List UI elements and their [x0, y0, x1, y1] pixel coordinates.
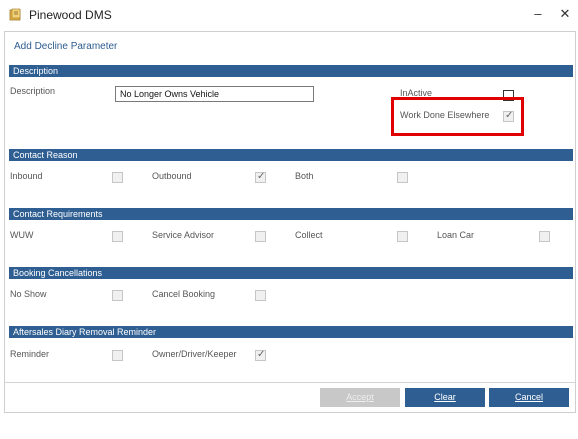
- highlight-box: [391, 97, 524, 136]
- inbound-checkbox[interactable]: [112, 172, 123, 183]
- section-header-booking-cancellations: Booking Cancellations: [9, 267, 573, 279]
- wuw-checkbox[interactable]: [112, 231, 123, 242]
- cancel-booking-label: Cancel Booking: [152, 289, 216, 299]
- cancel-button-label: Cancel: [514, 392, 543, 402]
- section-header-contact-requirements: Contact Requirements: [9, 208, 573, 220]
- check-icon: ✓: [257, 171, 266, 182]
- window-titlebar: Pinewood DMS – ✕: [0, 0, 578, 30]
- reminder-label: Reminder: [10, 349, 50, 359]
- outbound-label: Outbound: [152, 171, 192, 181]
- both-label: Both: [295, 171, 314, 181]
- service-advisor-label: Service Advisor: [152, 230, 215, 240]
- minimize-icon[interactable]: –: [529, 5, 547, 23]
- inbound-label: Inbound: [10, 171, 43, 181]
- both-checkbox[interactable]: [397, 172, 408, 183]
- description-input[interactable]: No Longer Owns Vehicle: [115, 86, 314, 102]
- section-header-aftersales: Aftersales Diary Removal Reminder: [9, 326, 573, 338]
- clear-button-label: Clear: [434, 392, 456, 402]
- accept-button-label: Accept: [346, 392, 374, 402]
- collect-label: Collect: [295, 230, 323, 240]
- section-header-contact-reason: Contact Reason: [9, 149, 573, 161]
- loan-car-label: Loan Car: [437, 230, 475, 240]
- close-icon[interactable]: ✕: [556, 5, 574, 23]
- window-title: Pinewood DMS: [29, 8, 112, 22]
- outbound-checkbox[interactable]: ✓: [255, 171, 266, 183]
- check-icon: ✓: [257, 349, 266, 360]
- section-header-description: Description: [9, 65, 573, 77]
- dialog-title: Add Decline Parameter: [14, 41, 118, 52]
- wuw-label: WUW: [10, 230, 34, 240]
- loan-car-checkbox[interactable]: [539, 231, 550, 242]
- cancel-booking-checkbox[interactable]: [255, 290, 266, 301]
- description-label: Description: [10, 86, 56, 96]
- cancel-button[interactable]: Cancel: [489, 388, 569, 407]
- clear-button[interactable]: Clear: [405, 388, 485, 407]
- no-show-label: No Show: [10, 289, 47, 299]
- no-show-checkbox[interactable]: [112, 290, 123, 301]
- owner-driver-keeper-checkbox[interactable]: ✓: [255, 349, 266, 361]
- owner-driver-keeper-label: Owner/Driver/Keeper: [152, 349, 237, 359]
- footer-divider: [5, 382, 575, 383]
- service-advisor-checkbox[interactable]: [255, 231, 266, 242]
- decline-parameter-dialog: Add Decline Parameter Description Descri…: [4, 31, 576, 413]
- accept-button[interactable]: Accept: [320, 388, 400, 407]
- app-logo-icon: [9, 8, 21, 21]
- reminder-checkbox[interactable]: [112, 350, 123, 361]
- collect-checkbox[interactable]: [397, 231, 408, 242]
